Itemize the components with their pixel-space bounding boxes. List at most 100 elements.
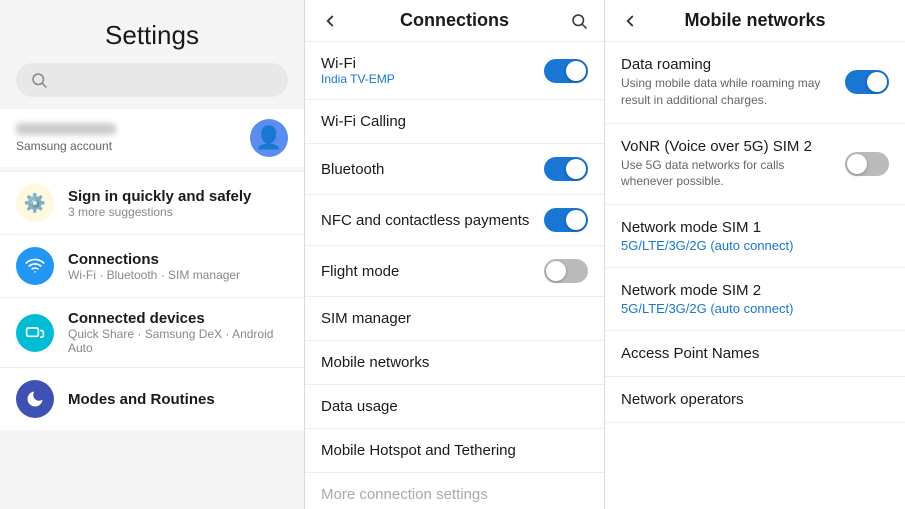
more-connection-item[interactable]: More connection settings xyxy=(305,473,604,509)
avatar-icon: 👤 xyxy=(255,125,282,151)
wifi-calling-item[interactable]: Wi-Fi Calling xyxy=(305,100,604,144)
signin-row[interactable]: ⚙️ Sign in quickly and safely 3 more sug… xyxy=(0,171,304,234)
network-mode-sim2-label: Network mode SIM 2 xyxy=(621,282,879,299)
network-operators-label: Network operators xyxy=(621,391,879,408)
network-operators-text: Network operators xyxy=(621,391,879,408)
account-name-blur xyxy=(16,123,116,135)
signin-title: Sign in quickly and safely xyxy=(68,188,251,205)
connections-panel-title: Connections xyxy=(400,10,509,31)
connections-panel: Connections Wi-Fi India TV-EMP Wi-Fi Cal… xyxy=(305,0,605,509)
vonr-knob xyxy=(847,154,867,174)
account-info: Samsung account xyxy=(16,123,116,153)
sim-manager-text: SIM manager xyxy=(321,310,411,327)
search-bar[interactable] xyxy=(16,63,288,97)
account-row[interactable]: Samsung account 👤 xyxy=(0,109,304,167)
data-roaming-item[interactable]: Data roaming Using mobile data while roa… xyxy=(605,42,905,124)
wifi-toggle-knob xyxy=(566,61,586,81)
connections-header: Connections xyxy=(305,0,604,42)
mobile-networks-panel: Mobile networks Data roaming Using mobil… xyxy=(605,0,905,509)
modes-label: Modes and Routines xyxy=(68,391,215,408)
mobile-hotspot-item[interactable]: Mobile Hotspot and Tethering xyxy=(305,429,604,473)
mobile-networks-label: Mobile networks xyxy=(321,354,429,371)
wifi-calling-text: Wi-Fi Calling xyxy=(321,113,406,130)
wifi-sublabel: India TV-EMP xyxy=(321,72,395,86)
bluetooth-item[interactable]: Bluetooth xyxy=(305,144,604,195)
flight-mode-toggle-knob xyxy=(546,261,566,281)
nfc-toggle-knob xyxy=(566,210,586,230)
settings-title: Settings xyxy=(0,0,304,63)
mobile-back-button[interactable] xyxy=(621,12,639,30)
data-roaming-text: Data roaming Using mobile data while roa… xyxy=(621,56,835,109)
mobile-hotspot-label: Mobile Hotspot and Tethering xyxy=(321,442,516,459)
vonr-sublabel: Use 5G data networks for calls whenever … xyxy=(621,157,835,191)
connections-text: Connections Wi-Fi · Bluetooth · SIM mana… xyxy=(68,251,240,282)
nfc-text: NFC and contactless payments xyxy=(321,212,529,229)
more-connection-text: More connection settings xyxy=(321,486,488,503)
network-mode-sim2-item[interactable]: Network mode SIM 2 5G/LTE/3G/2G (auto co… xyxy=(605,268,905,331)
network-mode-sim1-item[interactable]: Network mode SIM 1 5G/LTE/3G/2G (auto co… xyxy=(605,205,905,268)
network-mode-sim1-text: Network mode SIM 1 5G/LTE/3G/2G (auto co… xyxy=(621,219,879,253)
mobile-networks-item[interactable]: Mobile networks xyxy=(305,341,604,385)
sim-manager-label: SIM manager xyxy=(321,310,411,327)
nfc-toggle[interactable] xyxy=(544,208,588,232)
data-roaming-knob xyxy=(867,72,887,92)
wifi-text: Wi-Fi India TV-EMP xyxy=(321,55,395,86)
flight-mode-label: Flight mode xyxy=(321,263,399,280)
network-mode-sim2-text: Network mode SIM 2 5G/LTE/3G/2G (auto co… xyxy=(621,282,879,316)
connected-devices-icon xyxy=(16,314,54,352)
flight-mode-item[interactable]: Flight mode xyxy=(305,246,604,297)
mobile-hotspot-text: Mobile Hotspot and Tethering xyxy=(321,442,516,459)
signin-text: Sign in quickly and safely 3 more sugges… xyxy=(68,188,251,219)
signin-subtitle: 3 more suggestions xyxy=(68,205,251,219)
data-usage-item[interactable]: Data usage xyxy=(305,385,604,429)
vonr-text: VoNR (Voice over 5G) SIM 2 Use 5G data n… xyxy=(621,138,835,191)
mobile-networks-header: Mobile networks xyxy=(605,0,905,42)
connections-icon xyxy=(16,247,54,285)
settings-item-modes[interactable]: Modes and Routines xyxy=(0,367,304,430)
sim-manager-item[interactable]: SIM manager xyxy=(305,297,604,341)
settings-item-connected-devices[interactable]: Connected devices Quick Share · Samsung … xyxy=(0,297,304,367)
access-point-names-item[interactable]: Access Point Names xyxy=(605,331,905,377)
settings-item-connections[interactable]: Connections Wi-Fi · Bluetooth · SIM mana… xyxy=(0,234,304,297)
vonr-label: VoNR (Voice over 5G) SIM 2 xyxy=(621,138,835,155)
wifi-item[interactable]: Wi-Fi India TV-EMP xyxy=(305,42,604,100)
bluetooth-toggle-knob xyxy=(566,159,586,179)
data-roaming-sublabel: Using mobile data while roaming may resu… xyxy=(621,75,835,109)
modes-icon xyxy=(16,380,54,418)
back-button[interactable] xyxy=(321,12,339,30)
vonr-toggle[interactable] xyxy=(845,152,889,176)
access-point-names-label: Access Point Names xyxy=(621,345,879,362)
data-usage-label: Data usage xyxy=(321,398,398,415)
connected-devices-text: Connected devices Quick Share · Samsung … xyxy=(68,310,288,355)
vonr-item[interactable]: VoNR (Voice over 5G) SIM 2 Use 5G data n… xyxy=(605,124,905,206)
connections-label: Connections xyxy=(68,251,240,268)
bluetooth-text: Bluetooth xyxy=(321,161,384,178)
data-usage-text: Data usage xyxy=(321,398,398,415)
connected-devices-sublabel: Quick Share · Samsung DeX · Android Auto xyxy=(68,327,288,355)
wifi-label: Wi-Fi xyxy=(321,55,395,72)
mobile-networks-text: Mobile networks xyxy=(321,354,429,371)
wifi-calling-label: Wi-Fi Calling xyxy=(321,113,406,130)
account-label: Samsung account xyxy=(16,139,116,153)
nfc-item[interactable]: NFC and contactless payments xyxy=(305,195,604,246)
modes-text: Modes and Routines xyxy=(68,391,215,408)
mobile-networks-panel-title: Mobile networks xyxy=(684,10,825,31)
connected-devices-label: Connected devices xyxy=(68,310,288,327)
nfc-label: NFC and contactless payments xyxy=(321,212,529,229)
settings-panel: Settings Samsung account 👤 ⚙️ Sign in qu… xyxy=(0,0,305,509)
signin-icon: ⚙️ xyxy=(16,184,54,222)
data-roaming-toggle[interactable] xyxy=(845,70,889,94)
data-roaming-label: Data roaming xyxy=(621,56,835,73)
wifi-toggle[interactable] xyxy=(544,59,588,83)
connections-search-icon[interactable] xyxy=(570,12,588,30)
network-mode-sim1-link: 5G/LTE/3G/2G (auto connect) xyxy=(621,238,879,253)
connections-sublabel: Wi-Fi · Bluetooth · SIM manager xyxy=(68,268,240,282)
network-operators-item[interactable]: Network operators xyxy=(605,377,905,423)
access-point-names-text: Access Point Names xyxy=(621,345,879,362)
more-connection-label: More connection settings xyxy=(321,486,488,503)
network-mode-sim2-link: 5G/LTE/3G/2G (auto connect) xyxy=(621,301,879,316)
flight-mode-toggle[interactable] xyxy=(544,259,588,283)
network-mode-sim1-label: Network mode SIM 1 xyxy=(621,219,879,236)
flight-mode-text: Flight mode xyxy=(321,263,399,280)
bluetooth-toggle[interactable] xyxy=(544,157,588,181)
